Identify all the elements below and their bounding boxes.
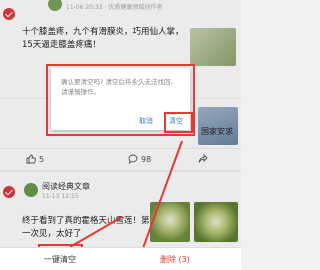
delete-button[interactable]: 删除 (3) — [160, 254, 190, 265]
dialog-overlay[interactable] — [0, 0, 241, 270]
cancel-button[interactable]: 取消 — [139, 116, 153, 126]
dialog-message: 确认要清空吗? 清空后将永久无法找回, 请谨慎操作。 — [61, 78, 173, 96]
clear-all-button[interactable]: 一键清空 — [44, 254, 76, 265]
confirm-clear-dialog: 确认要清空吗? 清空后将永久无法找回, 请谨慎操作。 取消 清空 — [51, 68, 190, 130]
confirm-clear-button[interactable]: 清空 — [169, 116, 183, 126]
bottom-action-bar: 一键清空 删除 (3) — [0, 247, 241, 270]
